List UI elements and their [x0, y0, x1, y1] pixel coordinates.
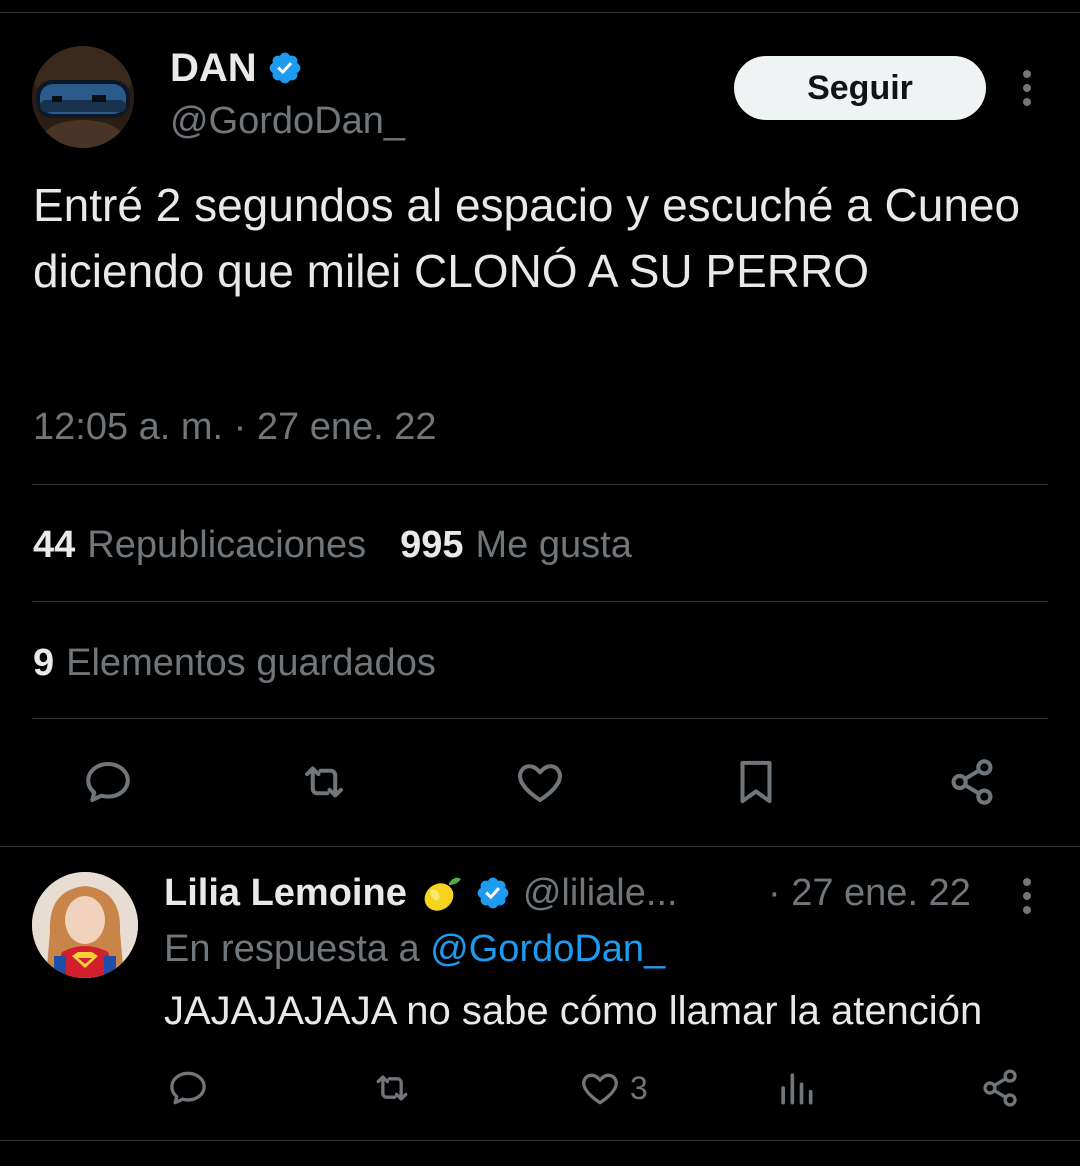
comment-icon	[86, 761, 130, 803]
reply-views-button[interactable]	[774, 1063, 818, 1113]
like-button[interactable]	[510, 752, 570, 812]
bookmarks-count: 9	[33, 642, 55, 684]
reply-divider-top	[0, 846, 1080, 847]
comment-icon	[170, 1071, 206, 1105]
author-avatar[interactable]	[32, 46, 134, 148]
reply-like-button[interactable]: 3	[578, 1063, 648, 1113]
follow-button[interactable]: Seguir	[734, 56, 986, 120]
bookmark-icon	[740, 760, 772, 804]
like-icon	[518, 764, 562, 803]
lemon-icon	[424, 877, 461, 911]
share-button[interactable]	[942, 752, 1002, 812]
reposts-count: 44	[33, 524, 76, 566]
more-options-icon[interactable]	[1010, 68, 1044, 108]
author-display-name[interactable]: DAN	[170, 44, 257, 92]
share-icon	[983, 1069, 1017, 1107]
stats-divider-middle	[32, 601, 1048, 602]
reposts-stat[interactable]: 44 Republicaciones	[33, 520, 366, 570]
top-divider	[0, 12, 1080, 13]
reply-context: En respuesta a @GordoDan_	[164, 924, 665, 974]
likes-stat[interactable]: 995 Me gusta	[400, 520, 632, 570]
bookmarks-stat[interactable]: 9 Elementos guardados	[33, 638, 436, 688]
reply-share-button[interactable]	[978, 1063, 1022, 1113]
like-icon	[582, 1073, 618, 1105]
reply-header: Lilia Lemoine @liliale...	[164, 868, 678, 918]
reply-to-prefix: En respuesta a	[164, 928, 420, 970]
author-handle[interactable]: @GordoDan_	[170, 98, 405, 144]
bookmark-button[interactable]	[726, 752, 786, 812]
reply-text: JAJAJAJAJA no sabe cómo llamar la atenci…	[164, 989, 983, 1033]
views-icon	[781, 1073, 813, 1105]
reply-likes-count: 3	[630, 1069, 648, 1106]
tweet-timestamp[interactable]: 12:05 a. m. · 27 ene. 22	[33, 402, 437, 452]
likes-label: Me gusta	[475, 524, 632, 566]
engagement-stats: 44 Republicaciones 995 Me gusta	[33, 520, 632, 570]
repost-icon	[305, 766, 343, 798]
repost-icon	[376, 1075, 408, 1101]
reply-date[interactable]: · 27 ene. 22	[768, 868, 971, 918]
reply-to-link[interactable]: @GordoDan_	[430, 928, 665, 970]
reply-repost-button[interactable]	[370, 1063, 414, 1113]
verified-badge-icon	[269, 52, 301, 84]
stats-divider-top	[32, 484, 1048, 485]
verified-badge-icon	[477, 877, 509, 909]
reply-author-avatar[interactable]	[32, 872, 138, 978]
bookmarks-label: Elementos guardados	[66, 642, 436, 684]
reply-more-options-icon[interactable]	[1010, 876, 1044, 916]
author-name-row: DAN	[170, 44, 303, 92]
reply-author-handle[interactable]: @liliale...	[523, 868, 678, 918]
reply-comment-button[interactable]	[166, 1063, 210, 1113]
reposts-label: Republicaciones	[87, 524, 367, 566]
repost-button[interactable]	[294, 752, 354, 812]
stats-divider-bottom	[32, 718, 1048, 719]
reply-button[interactable]	[78, 752, 138, 812]
reply-author-name[interactable]: Lilia Lemoine	[164, 868, 407, 918]
share-icon	[951, 759, 993, 805]
tweet-text: Entré 2 segundos al espacio y escuché a …	[33, 179, 1021, 297]
reply-divider-bottom	[0, 1140, 1080, 1141]
likes-count: 995	[400, 524, 464, 566]
tweet-detail-page: DAN @GordoDan_ Seguir Entré 2 segundos a…	[0, 0, 1080, 1166]
